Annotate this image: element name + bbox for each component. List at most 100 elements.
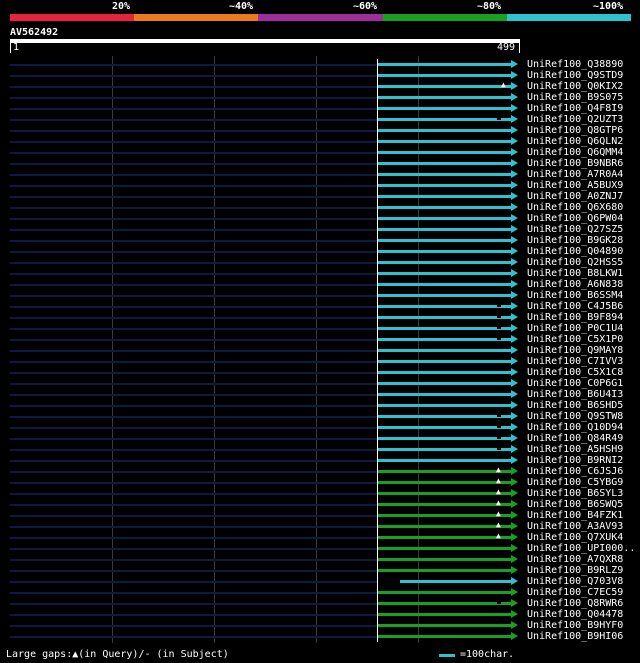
hit-name-link[interactable]: UniRef100_C6JSJ6: [527, 466, 623, 477]
hit-alignment-bar[interactable]: [378, 129, 511, 132]
hit-name-link[interactable]: UniRef100_B4FZK1: [527, 510, 623, 521]
hit-alignment-bar[interactable]: [378, 514, 511, 517]
hit-name-link[interactable]: UniRef100_C0P6G1: [527, 378, 623, 389]
hit-name-link[interactable]: UniRef100_B6SSM4: [527, 290, 623, 301]
hit-name-link[interactable]: UniRef100_Q6QMM4: [527, 147, 623, 158]
hit-alignment-bar[interactable]: [378, 151, 511, 154]
hit-alignment-bar[interactable]: [378, 162, 511, 165]
hit-name-link[interactable]: UniRef100_B9RNI2: [527, 455, 623, 466]
hit-name-link[interactable]: UniRef100_Q4F8I9: [527, 103, 623, 114]
hit-name-link[interactable]: UniRef100_A7R0A4: [527, 169, 623, 180]
hit-name-link[interactable]: UniRef100_A0ZNJ7: [527, 191, 623, 202]
hit-name-link[interactable]: UniRef100_P0C1U4: [527, 323, 623, 334]
hit-alignment-bar[interactable]: [378, 338, 511, 341]
hit-name-link[interactable]: UniRef100_B9S075: [527, 92, 623, 103]
hit-name-link[interactable]: UniRef100_C4J5B6: [527, 301, 623, 312]
hit-alignment-bar[interactable]: [378, 173, 511, 176]
hit-alignment-bar[interactable]: [378, 393, 511, 396]
hit-name-link[interactable]: UniRef100_B6SHD5: [527, 400, 623, 411]
hit-alignment-bar[interactable]: [378, 140, 511, 143]
hit-alignment-bar[interactable]: [378, 536, 511, 539]
hit-name-link[interactable]: UniRef100_B9NBR6: [527, 158, 623, 169]
hit-name-link[interactable]: UniRef100_B9RLZ9: [527, 565, 623, 576]
hit-name-link[interactable]: UniRef100_B6SYL3: [527, 488, 623, 499]
hit-name-link[interactable]: UniRef100_Q2HSS5: [527, 257, 623, 268]
hit-name-link[interactable]: UniRef100_Q10D94: [527, 422, 623, 433]
hit-alignment-bar[interactable]: [378, 635, 511, 638]
hit-alignment-bar[interactable]: [378, 525, 511, 528]
hit-alignment-bar[interactable]: [378, 591, 511, 594]
hit-alignment-bar[interactable]: [378, 272, 511, 275]
hit-alignment-bar[interactable]: [378, 470, 511, 473]
hit-name-link[interactable]: UniRef100_A5HSH9: [527, 444, 623, 455]
hit-alignment-bar[interactable]: [378, 283, 511, 286]
hit-name-link[interactable]: UniRef100_Q8GTP6: [527, 125, 623, 136]
hit-name-link[interactable]: UniRef100_Q27SZ5: [527, 224, 623, 235]
hit-alignment-bar[interactable]: [378, 118, 511, 121]
hit-alignment-bar[interactable]: [378, 415, 511, 418]
hit-alignment-bar[interactable]: [378, 360, 511, 363]
hit-name-link[interactable]: UniRef100_B9F894: [527, 312, 623, 323]
hit-name-link[interactable]: UniRef100_Q04478: [527, 609, 623, 620]
hit-alignment-bar[interactable]: [378, 481, 511, 484]
hit-name-link[interactable]: UniRef100_Q8RWR6: [527, 598, 623, 609]
hit-name-link[interactable]: UniRef100_C5X1P0: [527, 334, 623, 345]
hit-alignment-bar[interactable]: [378, 547, 511, 550]
hit-name-link[interactable]: UniRef100_C7IVV3: [527, 356, 623, 367]
hit-alignment-bar[interactable]: [378, 107, 511, 110]
hit-name-link[interactable]: UniRef100_Q6QLN2: [527, 136, 623, 147]
hit-alignment-bar[interactable]: [378, 404, 511, 407]
hit-alignment-bar[interactable]: [378, 602, 511, 605]
hit-alignment-bar[interactable]: [378, 613, 511, 616]
hit-alignment-bar[interactable]: [378, 217, 511, 220]
hit-alignment-bar[interactable]: [378, 239, 511, 242]
hit-name-link[interactable]: UniRef100_C7EC59: [527, 587, 623, 598]
hit-name-link[interactable]: UniRef100_Q38890: [527, 59, 623, 70]
hit-alignment-bar[interactable]: [378, 382, 511, 385]
hit-name-link[interactable]: UniRef100_Q84R49: [527, 433, 623, 444]
hit-name-link[interactable]: UniRef100_A3AV93: [527, 521, 623, 532]
hit-name-link[interactable]: UniRef100_B6U4I3: [527, 389, 623, 400]
hit-alignment-bar[interactable]: [378, 492, 511, 495]
hit-name-link[interactable]: UniRef100_Q7XUK4: [527, 532, 623, 543]
hit-name-link[interactable]: UniRef100_Q6X680: [527, 202, 623, 213]
hit-alignment-bar[interactable]: [378, 261, 511, 264]
hit-alignment-bar[interactable]: [378, 294, 511, 297]
hit-name-link[interactable]: UniRef100_Q0KIX2: [527, 81, 623, 92]
hit-alignment-bar[interactable]: [378, 184, 511, 187]
hit-name-link[interactable]: UniRef100_B6SWQ5: [527, 499, 623, 510]
hit-alignment-bar[interactable]: [400, 580, 511, 583]
hit-alignment-bar[interactable]: [378, 316, 511, 319]
hit-name-link[interactable]: UniRef100_Q703V8: [527, 576, 623, 587]
hit-name-link[interactable]: UniRef100_C5X1C8: [527, 367, 623, 378]
hit-name-link[interactable]: UniRef100_Q6PW04: [527, 213, 623, 224]
hit-alignment-bar[interactable]: [378, 305, 511, 308]
hit-alignment-bar[interactable]: [378, 63, 511, 66]
hit-name-link[interactable]: UniRef100_B8LKW1: [527, 268, 623, 279]
hit-alignment-bar[interactable]: [378, 206, 511, 209]
hit-alignment-bar[interactable]: [378, 228, 511, 231]
hit-name-link[interactable]: UniRef100_Q9STD9: [527, 70, 623, 81]
hit-alignment-bar[interactable]: [378, 195, 511, 198]
hit-alignment-bar[interactable]: [378, 74, 511, 77]
hit-alignment-bar[interactable]: [378, 437, 511, 440]
hit-alignment-bar[interactable]: [378, 349, 511, 352]
hit-name-link[interactable]: UniRef100_Q9MAY8: [527, 345, 623, 356]
hit-alignment-bar[interactable]: [378, 569, 511, 572]
hit-name-link[interactable]: UniRef100_B9GK28: [527, 235, 623, 246]
hit-alignment-bar[interactable]: [378, 459, 511, 462]
hit-alignment-bar[interactable]: [378, 327, 511, 330]
hit-name-link[interactable]: UniRef100_C5YBG9: [527, 477, 623, 488]
hit-name-link[interactable]: UniRef100_B9HI06: [527, 631, 623, 642]
hit-alignment-bar[interactable]: [378, 558, 511, 561]
hit-name-link[interactable]: UniRef100_Q04890: [527, 246, 623, 257]
hit-alignment-bar[interactable]: [378, 624, 511, 627]
hit-alignment-bar[interactable]: [378, 503, 511, 506]
hit-alignment-bar[interactable]: [378, 250, 511, 253]
hit-alignment-bar[interactable]: [378, 85, 511, 88]
hit-name-link[interactable]: UniRef100_A7QXR8: [527, 554, 623, 565]
hit-name-link[interactable]: UniRef100_Q2UZT3: [527, 114, 623, 125]
hit-alignment-bar[interactable]: [378, 96, 511, 99]
hit-name-link[interactable]: UniRef100_UPI000..: [527, 543, 635, 554]
hit-name-link[interactable]: UniRef100_A6N838: [527, 279, 623, 290]
